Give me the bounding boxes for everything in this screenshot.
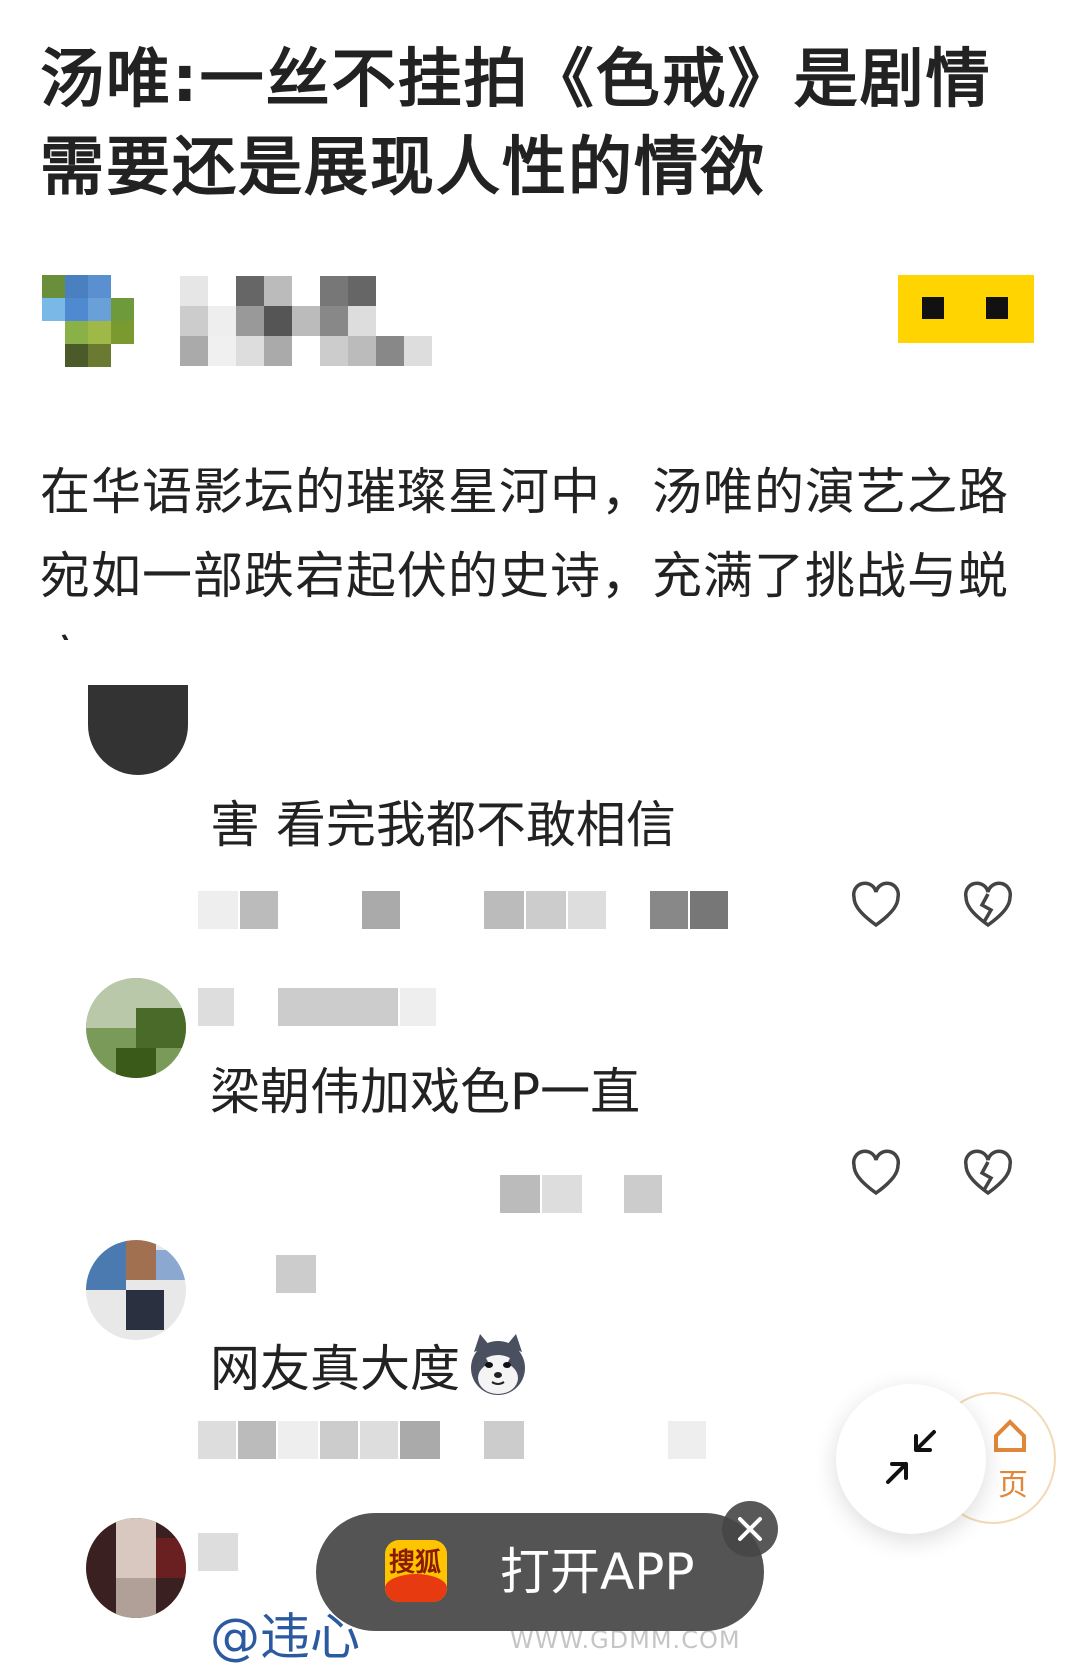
comment-text: 网友真大度 <box>210 1330 532 1401</box>
comment-author-name[interactable] <box>198 985 436 1029</box>
home-button-label: 页 <box>998 1468 1028 1503</box>
app-logo[interactable]: 搜狐 <box>385 1540 447 1602</box>
comment-avatar[interactable] <box>86 1518 186 1618</box>
like-button[interactable] <box>848 1146 904 1202</box>
collapse-arrows-icon <box>886 1430 936 1484</box>
comment-meta <box>198 1418 706 1462</box>
heart-outline-icon <box>851 1149 901 1196</box>
close-banner-button[interactable] <box>722 1501 778 1557</box>
dislike-button[interactable] <box>960 1146 1016 1202</box>
author-avatar[interactable] <box>42 275 134 367</box>
follow-button-glyph <box>986 297 1008 319</box>
broken-heart-icon <box>963 1149 1013 1196</box>
like-button[interactable] <box>848 878 904 934</box>
comment-author-name[interactable] <box>198 1530 238 1574</box>
comment-text: 梁朝伟加戏色P一直 <box>210 1063 641 1121</box>
heart-outline-icon <box>851 881 901 928</box>
follow-button-glyph <box>922 297 944 319</box>
broken-heart-icon <box>963 881 1013 928</box>
husky-emoji-icon <box>471 1334 525 1395</box>
article-page: 汤唯:一丝不挂拍《色戒》是剧情需要还是展现人性的情欲 在华语影坛的璀璨星河中，汤… <box>0 0 1080 1664</box>
collapse-button[interactable] <box>836 1384 986 1534</box>
dislike-button[interactable] <box>960 878 1016 934</box>
follow-button[interactable] <box>898 275 1034 343</box>
home-icon <box>994 1419 1026 1452</box>
author-name[interactable] <box>180 276 460 366</box>
comment-text-content: 网友真大度 <box>210 1340 460 1398</box>
comment-avatar[interactable] <box>86 1240 186 1340</box>
comment-meta <box>198 888 728 932</box>
close-icon <box>738 1517 762 1541</box>
comment-author-name[interactable] <box>276 1252 316 1296</box>
article-title: 汤唯:一丝不挂拍《色戒》是剧情需要还是展现人性的情欲 <box>40 43 992 205</box>
comment-meta <box>198 1172 662 1216</box>
comment-text: 害 看完我都不敢相信 <box>210 796 676 854</box>
comment-avatar[interactable] <box>86 978 186 1078</box>
open-app-button[interactable]: 打开APP <box>500 1542 695 1602</box>
